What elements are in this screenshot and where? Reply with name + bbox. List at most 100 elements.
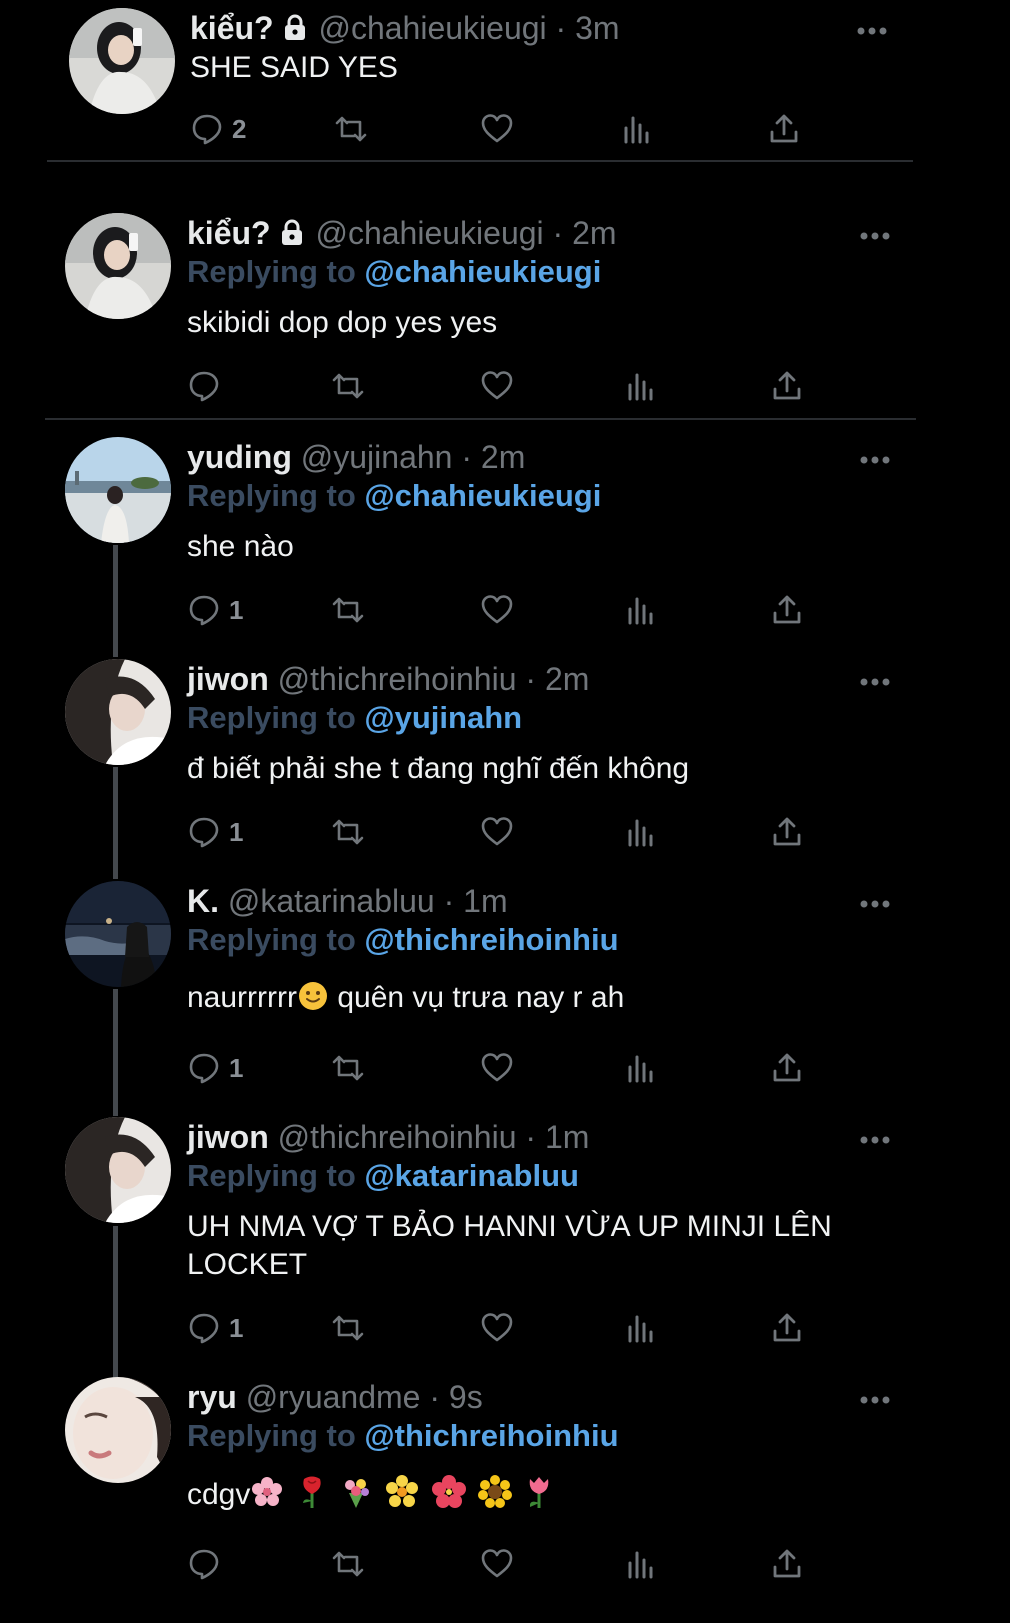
- tweet[interactable]: kiểu? @chahieukieugi · 3m SHE SAID YES 2: [0, 0, 920, 160]
- reply-button[interactable]: 1: [187, 1308, 243, 1348]
- like-button[interactable]: [480, 812, 514, 852]
- retweet-button[interactable]: [330, 366, 366, 406]
- heart-icon: [480, 1311, 514, 1345]
- separator-dot: ·: [443, 883, 455, 919]
- share-button[interactable]: [771, 366, 803, 406]
- retweet-button[interactable]: [330, 1308, 366, 1348]
- rose-icon: [297, 1475, 327, 1519]
- mention-link[interactable]: @chahieukieugi: [364, 478, 601, 513]
- mention-link[interactable]: @thichreihoinhiu: [364, 1418, 618, 1453]
- views-button[interactable]: [626, 366, 656, 406]
- reply-button[interactable]: [187, 1544, 229, 1584]
- timestamp[interactable]: 2m: [545, 661, 589, 697]
- retweet-button[interactable]: [330, 1048, 366, 1088]
- like-button[interactable]: [480, 590, 514, 630]
- share-button[interactable]: [771, 1308, 803, 1348]
- tweet-text: đ biết phải she t đang nghĩ đến không: [187, 752, 690, 785]
- share-button[interactable]: [771, 590, 803, 630]
- separator-dot: ·: [461, 439, 472, 475]
- like-button[interactable]: [480, 366, 514, 406]
- reply-button[interactable]: 1: [187, 590, 243, 630]
- mention-link[interactable]: @yujinahn: [364, 700, 522, 735]
- avatar[interactable]: [65, 659, 171, 765]
- avatar[interactable]: [65, 437, 171, 543]
- handle[interactable]: @katarinabluu: [228, 883, 435, 919]
- share-icon: [771, 1547, 803, 1581]
- mention-link[interactable]: @katarinabluu: [364, 1158, 579, 1193]
- lock-icon: [277, 217, 307, 255]
- views-button[interactable]: [626, 1544, 656, 1584]
- mention-link[interactable]: @thichreihoinhiu: [364, 922, 618, 957]
- display-name[interactable]: jiwon: [187, 1119, 269, 1155]
- tweet-text: SHE SAID YES: [190, 51, 398, 84]
- more-options-icon[interactable]: [860, 452, 890, 464]
- views-button[interactable]: [626, 1308, 656, 1348]
- avatar[interactable]: [69, 8, 175, 114]
- more-options-icon[interactable]: [860, 1392, 890, 1404]
- timestamp[interactable]: 1m: [545, 1119, 589, 1155]
- retweet-button[interactable]: [330, 1544, 366, 1584]
- tweet[interactable]: yuding @yujinahn · 2m Replying to @chahi…: [0, 420, 920, 644]
- tweet[interactable]: jiwon @thichreihoinhiu · 2m Replying to …: [0, 644, 920, 866]
- tweet[interactable]: K. @katarinabluu · 1m Replying to @thich…: [0, 866, 920, 1102]
- retweet-button[interactable]: [333, 109, 369, 149]
- tweet[interactable]: ryu @ryuandme · 9s Replying to @thichrei…: [0, 1362, 920, 1623]
- separator-dot: ·: [525, 1119, 537, 1155]
- like-button[interactable]: [480, 109, 514, 149]
- handle[interactable]: @chahieukieugi: [315, 215, 543, 251]
- mention-link[interactable]: @chahieukieugi: [364, 254, 601, 289]
- avatar[interactable]: [65, 881, 171, 987]
- reply-count: 2: [232, 113, 247, 144]
- like-button[interactable]: [480, 1048, 514, 1088]
- avatar[interactable]: [65, 1377, 171, 1483]
- reply-button[interactable]: 1: [187, 1048, 243, 1088]
- reply-button[interactable]: [187, 366, 229, 406]
- share-button[interactable]: [771, 1544, 803, 1584]
- handle[interactable]: @chahieukieugi: [318, 10, 546, 46]
- reply-button[interactable]: 1: [187, 812, 243, 852]
- views-button[interactable]: [626, 590, 656, 630]
- timestamp[interactable]: 2m: [481, 439, 525, 475]
- retweet-button[interactable]: [330, 590, 366, 630]
- more-options-icon[interactable]: [860, 228, 890, 240]
- display-name[interactable]: ryu: [187, 1379, 237, 1415]
- display-name[interactable]: kiểu?: [187, 215, 271, 251]
- display-name[interactable]: kiểu?: [190, 10, 274, 46]
- views-button[interactable]: [626, 812, 656, 852]
- timestamp[interactable]: 3m: [575, 10, 619, 46]
- share-button[interactable]: [771, 1048, 803, 1088]
- share-button[interactable]: [768, 109, 800, 149]
- display-name[interactable]: K.: [187, 883, 219, 919]
- timestamp[interactable]: 2m: [572, 215, 616, 251]
- lock-icon: [280, 12, 310, 50]
- more-options-icon[interactable]: [857, 23, 887, 35]
- retweet-button[interactable]: [330, 812, 366, 852]
- handle[interactable]: @yujinahn: [301, 439, 453, 475]
- share-button[interactable]: [771, 812, 803, 852]
- share-icon: [771, 815, 803, 849]
- retweet-icon: [330, 1051, 366, 1085]
- timestamp[interactable]: 9s: [449, 1379, 483, 1415]
- display-name[interactable]: jiwon: [187, 661, 269, 697]
- more-options-icon[interactable]: [860, 896, 890, 908]
- tweet[interactable]: jiwon @thichreihoinhiu · 1m Replying to …: [0, 1102, 920, 1362]
- reply-button[interactable]: 2: [190, 109, 246, 149]
- handle[interactable]: @thichreihoinhiu: [278, 661, 517, 697]
- more-options-icon[interactable]: [860, 674, 890, 686]
- handle[interactable]: @ryuandme: [246, 1379, 421, 1415]
- views-button[interactable]: [626, 1048, 656, 1088]
- tweet[interactable]: kiểu? @chahieukieugi · 2m Replying to @c…: [0, 190, 920, 420]
- display-name[interactable]: yuding: [187, 439, 292, 475]
- analytics-icon: [626, 1051, 656, 1085]
- action-bar: 1: [187, 1308, 827, 1348]
- like-button[interactable]: [480, 1308, 514, 1348]
- like-button[interactable]: [480, 1544, 514, 1584]
- timestamp[interactable]: 1m: [463, 883, 507, 919]
- avatar[interactable]: [65, 1117, 171, 1223]
- tweet-header: kiểu? @chahieukieugi · 3m: [190, 9, 620, 50]
- avatar[interactable]: [65, 213, 171, 319]
- views-button[interactable]: [622, 109, 652, 149]
- analytics-icon: [626, 1547, 656, 1581]
- more-options-icon[interactable]: [860, 1132, 890, 1144]
- handle[interactable]: @thichreihoinhiu: [278, 1119, 517, 1155]
